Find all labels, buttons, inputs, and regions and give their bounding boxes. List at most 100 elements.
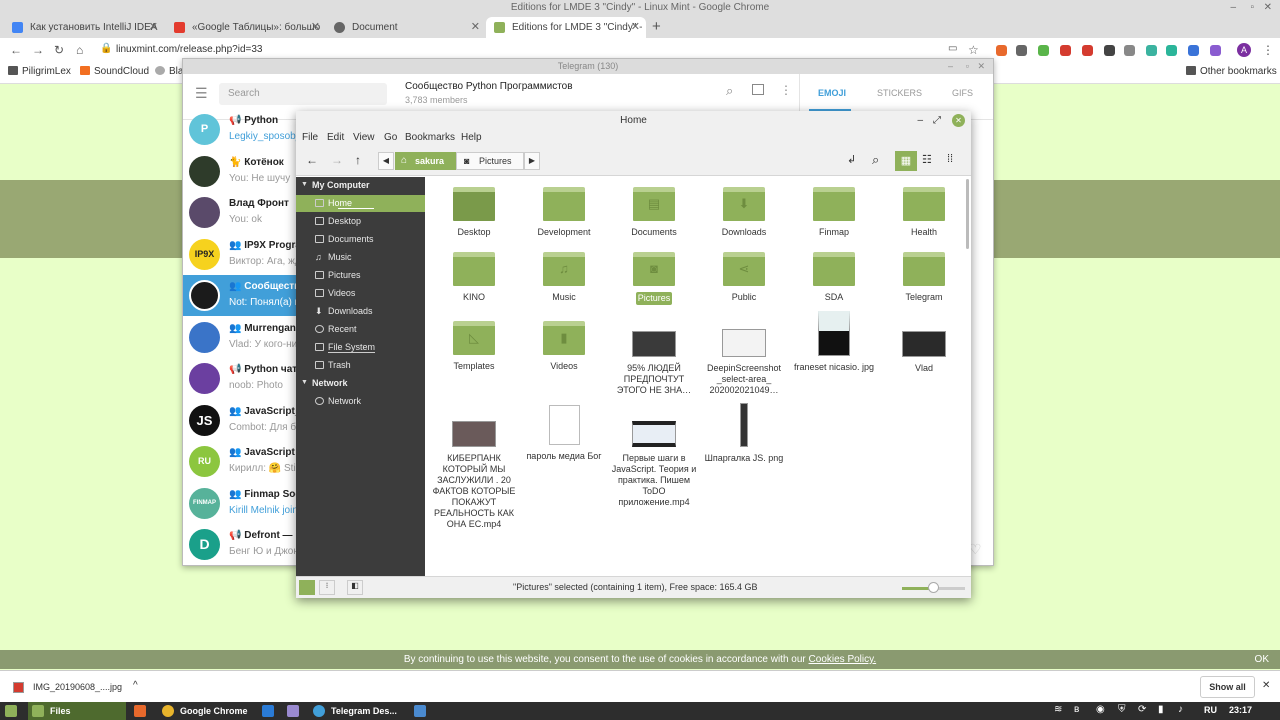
search-icon[interactable]: ⌕ bbox=[872, 152, 879, 168]
extension-icon[interactable] bbox=[1060, 45, 1071, 56]
search-icon[interactable]: ⌕ bbox=[726, 83, 733, 99]
profile-avatar[interactable]: A bbox=[1237, 43, 1251, 57]
close-icon[interactable]: ✕ bbox=[952, 114, 965, 127]
file-item-text[interactable]: пароль медиа Бог bbox=[519, 405, 609, 462]
minimize-icon[interactable]: – bbox=[917, 111, 923, 131]
home-icon[interactable]: ⌂ bbox=[76, 43, 83, 57]
cookie-ok-button[interactable]: OK bbox=[1255, 650, 1269, 669]
zoom-slider-handle[interactable] bbox=[928, 582, 939, 593]
close-icon[interactable]: ✕ bbox=[977, 59, 985, 74]
address-bar[interactable]: linuxmint.com/release.php?id=33 bbox=[116, 44, 262, 55]
file-item-video[interactable]: 95% ЛЮДЕЙ ПРЕДПОЧТУТ ЭТОГО НЕ ЗНА… bbox=[609, 331, 699, 396]
extension-icon[interactable] bbox=[1166, 45, 1177, 56]
sidebar-item-network[interactable]: Network bbox=[296, 393, 425, 410]
mail-icon[interactable] bbox=[1016, 45, 1027, 56]
browser-tab[interactable]: Document ✕ bbox=[326, 17, 486, 38]
folder-item[interactable]: Telegram bbox=[879, 252, 969, 303]
extension-icon[interactable] bbox=[1104, 45, 1115, 56]
maximize-icon[interactable]: ▫ bbox=[966, 59, 969, 74]
extension-icon[interactable] bbox=[1210, 45, 1221, 56]
mint-menu-icon[interactable] bbox=[5, 705, 17, 717]
telegram-search-input[interactable]: Search bbox=[219, 83, 387, 105]
chevron-up-icon[interactable]: ^ bbox=[133, 680, 138, 691]
folder-item[interactable]: Health bbox=[879, 187, 969, 238]
extension-icon[interactable] bbox=[1038, 45, 1049, 56]
sync-icon[interactable]: ⟳ bbox=[1138, 704, 1146, 715]
maximize-icon[interactable]: ▫ bbox=[1250, 0, 1254, 16]
star-icon[interactable]: ☆ bbox=[968, 43, 979, 57]
path-left-arrow[interactable]: ◀ bbox=[378, 152, 394, 170]
volume-icon[interactable]: ♪ bbox=[1178, 704, 1183, 715]
sidebar-item-trash[interactable]: Trash bbox=[296, 357, 425, 374]
sidebar-item-recent[interactable]: Recent bbox=[296, 321, 425, 338]
sidebar-item-file-system[interactable]: File System bbox=[296, 339, 425, 356]
tab-gifs[interactable]: GIFS bbox=[952, 88, 973, 98]
icon-view-icon[interactable]: ▦ bbox=[895, 151, 917, 171]
discord-icon[interactable]: ◉ bbox=[1096, 704, 1105, 715]
app-icon[interactable] bbox=[287, 705, 299, 717]
bookmark-item[interactable]: SoundCloud bbox=[80, 66, 149, 77]
sidebar-item-downloads[interactable]: ⬇ Downloads bbox=[296, 303, 425, 320]
menu-edit[interactable]: Edit bbox=[327, 132, 344, 143]
back-icon[interactable]: ← bbox=[306, 153, 318, 167]
browser-tab[interactable]: «Google Таблицы»: большо ✕ bbox=[166, 17, 326, 38]
folder-item[interactable]: Desktop bbox=[429, 187, 519, 238]
folder-item[interactable]: ♫ Music bbox=[519, 252, 609, 303]
taskbar-files[interactable]: Files bbox=[28, 702, 126, 720]
menu-kebab-icon[interactable]: ⋮ bbox=[1262, 43, 1274, 57]
folder-item-selected[interactable]: ◙ Pictures bbox=[609, 252, 699, 305]
folder-item[interactable]: SDA bbox=[789, 252, 879, 303]
cookies-policy-link[interactable]: Cookies Policy. bbox=[809, 654, 877, 665]
hamburger-menu-icon[interactable]: ☰ bbox=[195, 85, 208, 102]
other-bookmarks[interactable]: Other bookmarks bbox=[1186, 66, 1277, 77]
battery-icon[interactable]: ▮ bbox=[1158, 704, 1164, 715]
network-icon[interactable]: ≋ bbox=[1054, 704, 1062, 715]
scrollbar[interactable] bbox=[966, 179, 969, 249]
folder-item[interactable]: Development bbox=[519, 187, 609, 238]
maximize-icon[interactable]: ⤢ bbox=[933, 111, 941, 131]
tab-stickers[interactable]: STICKERS bbox=[877, 88, 922, 98]
bluetooth-icon[interactable]: ʙ bbox=[1074, 704, 1079, 715]
reload-icon[interactable]: ↻ bbox=[54, 43, 64, 57]
folder-item[interactable]: ▮ Videos bbox=[519, 321, 609, 372]
folder-item[interactable]: Finmap bbox=[789, 187, 879, 238]
collapse-arrow-icon[interactable]: ▼ bbox=[301, 181, 308, 188]
sidebar-toggle-icon[interactable] bbox=[752, 84, 764, 95]
file-item-video[interactable]: Первые шаги в JavaScript. Теория и практ… bbox=[609, 421, 699, 508]
taskbar-chrome[interactable]: Google Chrome bbox=[158, 702, 254, 720]
taskbar-telegram[interactable]: Telegram Des... bbox=[309, 702, 407, 720]
keyboard-layout[interactable]: RU bbox=[1204, 705, 1217, 715]
sidebar-item-music[interactable]: ♫ Music bbox=[296, 249, 425, 266]
forward-icon[interactable]: → bbox=[32, 43, 44, 57]
browser-tab[interactable]: Как установить IntelliJ IDEA ✕ bbox=[4, 17, 164, 38]
browser-tab-active[interactable]: Editions for LMDE 3 "Cindy" - L ✕ bbox=[486, 17, 646, 38]
bookmark-item[interactable]: Bla bbox=[155, 66, 183, 77]
compact-view-icon[interactable]: ⁞⁞ bbox=[947, 153, 953, 165]
minimize-icon[interactable]: – bbox=[1230, 0, 1236, 16]
extension-icon[interactable] bbox=[1124, 45, 1135, 56]
vscode-icon[interactable] bbox=[262, 705, 274, 717]
download-item[interactable]: IMG_20190608_....jpg bbox=[33, 682, 122, 692]
collapse-arrow-icon[interactable]: ▼ bbox=[301, 379, 308, 386]
chat-title[interactable]: Сообщество Python Программистов bbox=[405, 81, 573, 92]
folder-item[interactable]: ⋖ Public bbox=[699, 252, 789, 303]
show-all-button[interactable]: Show all bbox=[1200, 676, 1255, 698]
extension-icon[interactable] bbox=[996, 45, 1007, 56]
forward-icon[interactable]: → bbox=[331, 153, 343, 167]
up-icon[interactable]: ↑ bbox=[355, 153, 361, 167]
file-item-video[interactable]: КИБЕРПАНК КОТОРЫЙ МЫ ЗАСЛУЖИЛИ . 20 ФАКТ… bbox=[429, 421, 519, 530]
sidebar-item-pictures[interactable]: Pictures bbox=[296, 267, 425, 284]
tab-emoji[interactable]: EMOJI bbox=[818, 88, 846, 98]
cast-icon[interactable]: ▭ bbox=[948, 43, 957, 54]
menu-bookmarks[interactable]: Bookmarks bbox=[405, 132, 455, 143]
folder-item[interactable]: ◺ Templates bbox=[429, 321, 519, 372]
tree-toggle-icon[interactable]: ⁝ bbox=[319, 580, 335, 595]
app-icon[interactable] bbox=[414, 705, 426, 717]
close-icon[interactable]: ✕ bbox=[1262, 680, 1270, 691]
more-kebab-icon[interactable]: ⋮ bbox=[780, 83, 792, 97]
folder-item[interactable]: ⬇ Downloads bbox=[699, 187, 789, 238]
back-icon[interactable]: ← bbox=[10, 43, 22, 57]
menu-go[interactable]: Go bbox=[384, 132, 397, 143]
list-view-icon[interactable]: ☷ bbox=[922, 153, 932, 166]
file-item-image[interactable]: franeset nicasio. jpg bbox=[789, 311, 879, 373]
